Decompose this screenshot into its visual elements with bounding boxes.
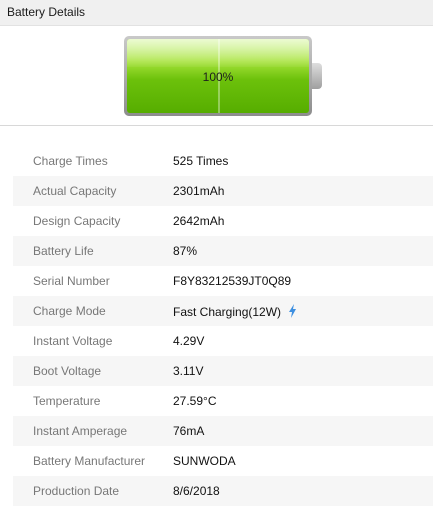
detail-value: 87% [173, 244, 198, 258]
detail-value: 2642mAh [173, 214, 225, 228]
detail-label: Instant Amperage [33, 424, 128, 438]
detail-value: SUNWODA [173, 454, 236, 468]
detail-label: Actual Capacity [33, 184, 117, 198]
detail-label: Instant Voltage [33, 334, 113, 348]
detail-label: Design Capacity [33, 214, 121, 228]
detail-row-temperature: Temperature 27.59°C [13, 386, 433, 416]
detail-label: Serial Number [33, 274, 110, 288]
detail-label: Battery Life [33, 244, 94, 258]
battery-graphic-panel: 100% [0, 26, 433, 126]
battery-percent-label: 100% [202, 70, 234, 84]
detail-row-battery-life: Battery Life 87% [13, 236, 433, 266]
detail-value: 3.11V [173, 364, 204, 378]
battery-body: 100% [127, 39, 309, 113]
detail-value: 27.59°C [173, 394, 217, 408]
detail-label: Battery Manufacturer [33, 454, 146, 468]
detail-label: Boot Voltage [33, 364, 102, 378]
detail-value: Fast Charging(12W) [173, 305, 282, 319]
battery-icon: 100% [124, 36, 312, 116]
detail-label: Charge Mode [33, 304, 106, 318]
detail-value: 76mA [173, 424, 205, 438]
detail-label: Charge Times [33, 154, 108, 168]
detail-value: 2301mAh [173, 184, 225, 198]
lightning-bolt-icon [289, 304, 297, 318]
detail-row-battery-manufacturer: Battery Manufacturer SUNWODA [13, 446, 433, 476]
detail-value: F8Y83212539JT0Q89 [173, 274, 292, 288]
battery-terminal-cap [312, 63, 322, 89]
title-bar: Battery Details [0, 0, 433, 26]
window-title: Battery Details [7, 5, 86, 19]
detail-row-production-date: Production Date 8/6/2018 [13, 476, 433, 506]
battery-details-list: Charge Times 525 Times Actual Capacity 2… [13, 146, 433, 506]
detail-label: Production Date [33, 484, 120, 498]
detail-row-charge-times: Charge Times 525 Times [13, 146, 433, 176]
detail-value: 8/6/2018 [173, 484, 220, 498]
detail-row-design-capacity: Design Capacity 2642mAh [13, 206, 433, 236]
detail-row-charge-mode: Charge Mode Fast Charging(12W) [13, 296, 433, 326]
detail-value-with-icon: Fast Charging(12W) [173, 304, 297, 319]
detail-row-boot-voltage: Boot Voltage 3.11V [13, 356, 433, 386]
detail-row-instant-amperage: Instant Amperage 76mA [13, 416, 433, 446]
detail-label: Temperature [33, 394, 101, 408]
detail-value: 525 Times [173, 154, 229, 168]
detail-row-actual-capacity: Actual Capacity 2301mAh [13, 176, 433, 206]
detail-row-serial-number: Serial Number F8Y83212539JT0Q89 [13, 266, 433, 296]
detail-row-instant-voltage: Instant Voltage 4.29V [13, 326, 433, 356]
detail-value: 4.29V [173, 334, 205, 348]
